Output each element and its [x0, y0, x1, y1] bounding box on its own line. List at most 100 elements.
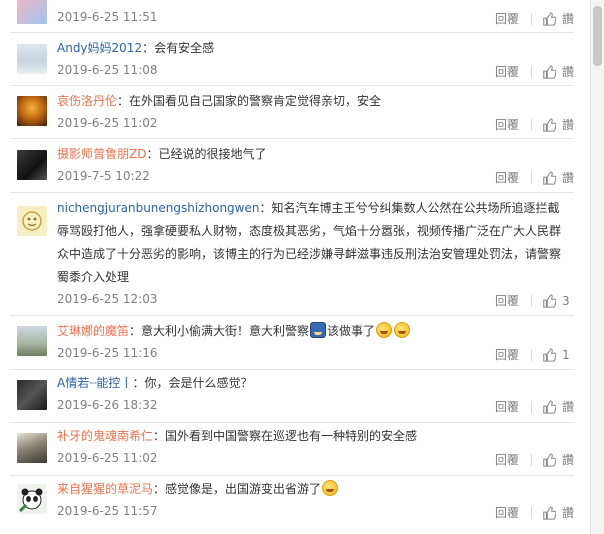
like-button[interactable]: 讚	[562, 169, 574, 186]
divider	[530, 453, 532, 466]
laugh-cry-emoji-icon	[394, 322, 411, 338]
comment-text-partial: ▔▔▔ ▔ ▔▔▔▔ ▔▔▔▔▔▔▔▔ ▔▔▔▔▔ ▔▔▔▔▔▔▔	[57, 0, 570, 6]
divider	[531, 348, 532, 361]
comment-text: Andy妈妈2012：会有安全感	[57, 37, 570, 60]
comment-username[interactable]: 来自猩猩的草泥马	[57, 482, 153, 496]
comment-body: ：感觉像是，出国游变出省游了	[153, 482, 322, 496]
like-button[interactable]: 讚	[562, 10, 574, 27]
divider	[530, 400, 532, 413]
reply-button[interactable]: 回覆	[495, 398, 519, 415]
comment-username[interactable]: 艾琳娜的魔笛	[57, 324, 129, 338]
comment-text: 来自猩猩的草泥马：感觉像是，出国游变出省游了	[57, 478, 570, 501]
comment-body-tail: 该做事了	[327, 324, 376, 338]
comment-text: nichengjuranbunengshizhongwen：知名汽车博主王兮兮纠…	[57, 197, 570, 289]
comment-actions: 回覆 讚	[495, 10, 574, 27]
reply-button[interactable]: 回覆	[495, 504, 519, 521]
reply-button[interactable]: 回覆	[495, 292, 519, 309]
comment-username[interactable]: A情若┈能控丨	[57, 376, 132, 390]
avatar[interactable]	[17, 44, 47, 74]
comment-text: A情若┈能控丨：你，会是什么感觉？	[57, 372, 570, 395]
avatar[interactable]	[17, 0, 47, 24]
comment-time: 2019-6-25 11:16	[57, 346, 158, 360]
comment-item: 艾琳娜的魔笛：意大利小偷满大街！意大利警察 该做事了 2019-6-25 11:1…	[0, 316, 588, 370]
comment-time: 2019-6-25 11:57	[57, 504, 158, 518]
comment-item: Andy妈妈2012：会有安全感 2019-6-25 11:08 回覆 讚	[0, 33, 588, 86]
comment-username[interactable]: 哀伤洛丹伦	[57, 94, 117, 108]
comment-username[interactable]: 摄影师曾鲁朋ZD	[57, 147, 146, 161]
comment-item: nichengjuranbunengshizhongwen：知名汽车博主王兮兮纠…	[0, 193, 588, 316]
comment-actions: 回覆 3	[495, 292, 574, 309]
comment-item: ▔▔▔ ▔ ▔▔▔▔ ▔▔▔▔▔▔▔▔ ▔▔▔▔▔ ▔▔▔▔▔▔▔ 2019-6…	[0, 0, 588, 33]
avatar[interactable]	[17, 150, 47, 180]
comment-time: 2019-6-25 11:02	[57, 451, 158, 465]
reply-button[interactable]: 回覆	[495, 63, 519, 80]
reply-button[interactable]: 回覆	[495, 451, 519, 468]
avatar[interactable]	[17, 380, 47, 410]
comment-time: 2019-6-25 11:08	[57, 63, 158, 77]
like-button[interactable]: 讚	[562, 504, 574, 521]
comment-actions: 回覆 讚	[495, 63, 574, 80]
like-button[interactable]: 讚	[562, 451, 574, 468]
avatar[interactable]	[17, 326, 47, 356]
thumbs-up-icon[interactable]	[542, 293, 556, 308]
comment-body: ：会有安全感	[142, 41, 215, 55]
reply-button[interactable]: 回覆	[495, 116, 519, 133]
comment-username[interactable]: nichengjuranbunengshizhongwen	[57, 201, 259, 215]
like-button[interactable]: 讚	[562, 398, 574, 415]
thumbs-up-icon[interactable]	[542, 11, 556, 26]
like-button[interactable]: 讚	[562, 116, 574, 133]
like-count[interactable]: 1	[562, 348, 574, 362]
thumbs-up-icon[interactable]	[542, 170, 556, 185]
comment-body: ：意大利小偷满大街！意大利警察	[129, 324, 310, 338]
comment-username[interactable]: Andy妈妈2012	[57, 41, 142, 55]
reply-button[interactable]: 回覆	[495, 10, 519, 27]
reply-button[interactable]: 回覆	[495, 169, 519, 186]
avatar[interactable]	[17, 206, 47, 236]
divider	[530, 12, 532, 25]
like-count[interactable]: 3	[562, 294, 574, 308]
comment-time: 2019-6-26 18:32	[57, 398, 158, 412]
comment-item: A情若┈能控丨：你，会是什么感觉？ 2019-6-26 18:32 回覆 讚	[0, 370, 588, 423]
vertical-scrollbar[interactable]	[590, 0, 604, 534]
comment-time: 2019-6-25 11:02	[57, 116, 158, 130]
reply-button[interactable]: 回覆	[495, 346, 519, 363]
laugh-cry-emoji-icon	[322, 480, 339, 496]
comment-body: ：国外看到中国警察在巡逻也有一种特别的安全感	[153, 429, 418, 443]
comment-actions: 回覆 讚	[495, 451, 574, 468]
comment-actions: 回覆 1	[495, 346, 574, 363]
thumbs-up-icon[interactable]	[542, 64, 556, 79]
comment-item: 哀伤洛丹伦：在外国看见自己国家的警察肯定觉得亲切，安全 2019-6-25 11…	[0, 86, 588, 139]
comment-list: ▔▔▔ ▔ ▔▔▔▔ ▔▔▔▔▔▔▔▔ ▔▔▔▔▔ ▔▔▔▔▔▔▔ 2019-6…	[0, 0, 588, 534]
comment-username[interactable]: 补牙的鬼魂南希仁	[57, 429, 153, 443]
comment-item: 摄影师曾鲁朋ZD：已经说的很接地气了 2019-7-5 10:22 回覆 讚	[0, 139, 588, 193]
panda-avatar-icon	[18, 488, 43, 513]
comment-body: ：你，会是什么感觉？	[132, 376, 253, 390]
avatar[interactable]	[17, 484, 47, 514]
comment-body: ：已经说的很接地气了	[146, 147, 267, 161]
comment-time: 2019-7-5 10:22	[57, 169, 150, 183]
police-emoji-icon	[310, 322, 327, 338]
divider	[530, 118, 532, 131]
thumbs-up-icon[interactable]	[542, 347, 556, 362]
thumbs-up-icon[interactable]	[542, 117, 556, 132]
comment-actions: 回覆 讚	[495, 116, 574, 133]
comment-actions: 回覆 讚	[495, 398, 574, 415]
thumbs-up-icon[interactable]	[542, 505, 556, 520]
divider	[531, 294, 532, 307]
avatar[interactable]	[17, 433, 47, 463]
comment-item: 来自猩猩的草泥马：感觉像是，出国游变出省游了 2019-6-25 11:57 回…	[0, 476, 588, 534]
divider	[530, 506, 532, 519]
comment-time: 2019-6-25 12:03	[57, 292, 158, 306]
thumbs-up-icon[interactable]	[542, 399, 556, 414]
comment-body: ：在外国看见自己国家的警察肯定觉得亲切，安全	[117, 94, 382, 108]
thumbs-up-icon[interactable]	[542, 452, 556, 467]
avatar-illustration	[22, 211, 42, 231]
avatar[interactable]	[17, 96, 47, 126]
comment-time: 2019-6-25 11:51	[57, 10, 158, 24]
comment-text: 哀伤洛丹伦：在外国看见自己国家的警察肯定觉得亲切，安全	[57, 90, 570, 113]
divider	[530, 65, 532, 78]
comment-text: 艾琳娜的魔笛：意大利小偷满大街！意大利警察 该做事了	[57, 320, 570, 343]
comment-item: 补牙的鬼魂南希仁：国外看到中国警察在巡逻也有一种特别的安全感 2019-6-25…	[0, 423, 588, 476]
scrollbar-thumb[interactable]	[593, 6, 602, 66]
like-button[interactable]: 讚	[562, 63, 574, 80]
